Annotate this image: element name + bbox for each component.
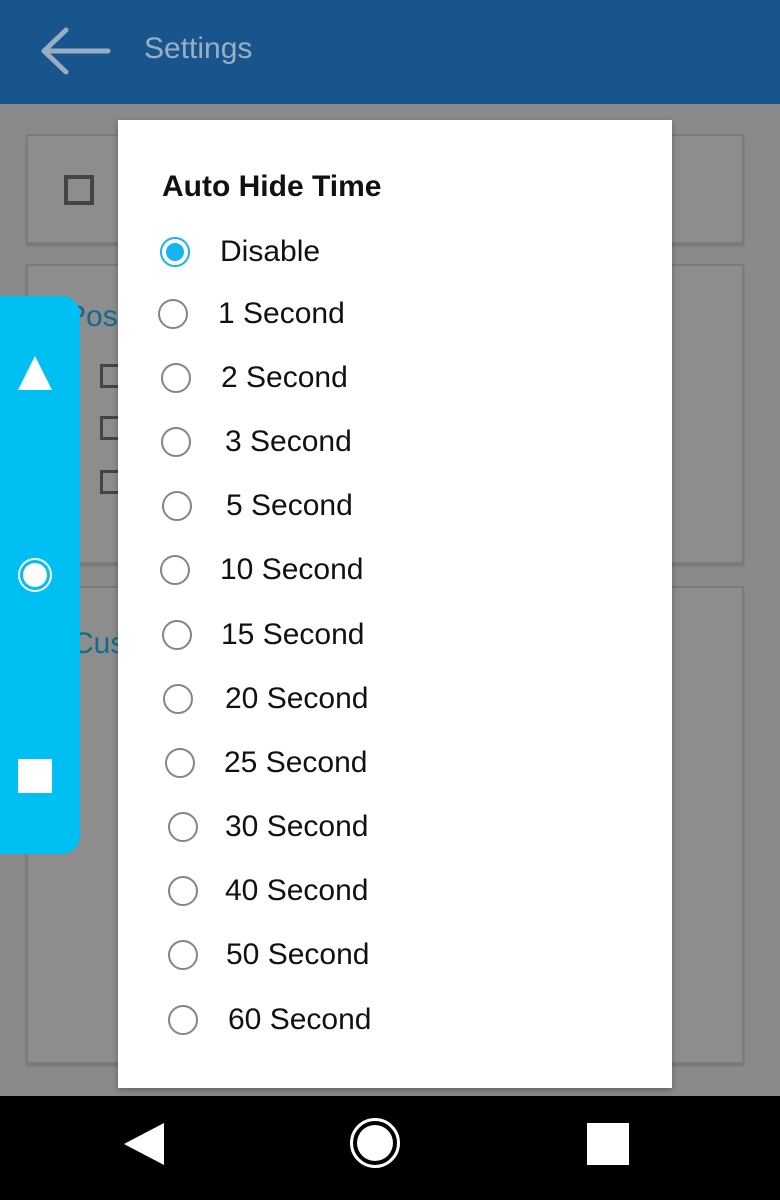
- page-title: Settings: [144, 32, 253, 65]
- radio-option[interactable]: 25 Second: [165, 741, 367, 785]
- option-label: 2 Second: [221, 361, 348, 394]
- triangle-up-icon[interactable]: [18, 356, 52, 390]
- radio-icon[interactable]: [160, 555, 190, 585]
- option-label: 20 Second: [225, 682, 369, 715]
- radio-option[interactable]: 1 Second: [158, 292, 345, 336]
- radio-selected-icon[interactable]: [160, 237, 190, 267]
- option-label: 5 Second: [226, 489, 353, 522]
- back-triangle-icon[interactable]: [124, 1123, 164, 1165]
- radio-option[interactable]: 30 Second: [168, 805, 368, 849]
- dialog-title: Auto Hide Time: [162, 170, 382, 203]
- home-circle-icon[interactable]: [350, 1118, 400, 1168]
- recents-square-icon[interactable]: [587, 1123, 629, 1165]
- radio-option[interactable]: 60 Second: [168, 998, 371, 1042]
- radio-icon[interactable]: [162, 620, 192, 650]
- radio-option[interactable]: 3 Second: [161, 420, 352, 464]
- auto-hide-time-dialog: Auto Hide Time Disable 1 Second 2 Second…: [118, 120, 672, 1088]
- radio-icon[interactable]: [168, 940, 198, 970]
- radio-icon[interactable]: [162, 491, 192, 521]
- radio-option[interactable]: 10 Second: [160, 548, 363, 592]
- option-label: 60 Second: [228, 1003, 372, 1036]
- radio-icon[interactable]: [168, 812, 198, 842]
- circle-icon[interactable]: [18, 558, 52, 592]
- radio-option[interactable]: 5 Second: [162, 484, 353, 528]
- option-label: Disable: [220, 235, 321, 268]
- arrow-left-icon[interactable]: [40, 26, 112, 76]
- option-label: 30 Second: [225, 810, 369, 843]
- app-bar: Settings: [0, 0, 780, 104]
- option-label: 25 Second: [224, 746, 368, 779]
- radio-option[interactable]: 2 Second: [161, 356, 348, 400]
- radio-option[interactable]: 15 Second: [162, 613, 364, 657]
- option-label: 1 Second: [218, 297, 345, 330]
- square-icon[interactable]: [18, 759, 52, 793]
- checkbox-icon: [64, 175, 94, 205]
- option-label: 10 Second: [220, 553, 364, 586]
- option-label: 50 Second: [226, 938, 370, 971]
- radio-option[interactable]: 40 Second: [168, 869, 368, 913]
- option-label: 3 Second: [225, 425, 352, 458]
- radio-option[interactable]: Disable: [160, 230, 320, 274]
- radio-icon[interactable]: [161, 427, 191, 457]
- radio-option[interactable]: 50 Second: [168, 933, 369, 977]
- radio-icon[interactable]: [165, 748, 195, 778]
- option-label: 15 Second: [221, 618, 365, 651]
- radio-icon[interactable]: [168, 1005, 198, 1035]
- radio-icon[interactable]: [161, 363, 191, 393]
- radio-icon[interactable]: [163, 684, 193, 714]
- radio-icon[interactable]: [168, 876, 198, 906]
- option-label: 40 Second: [225, 874, 369, 907]
- radio-icon[interactable]: [158, 299, 188, 329]
- radio-option[interactable]: 20 Second: [163, 677, 368, 721]
